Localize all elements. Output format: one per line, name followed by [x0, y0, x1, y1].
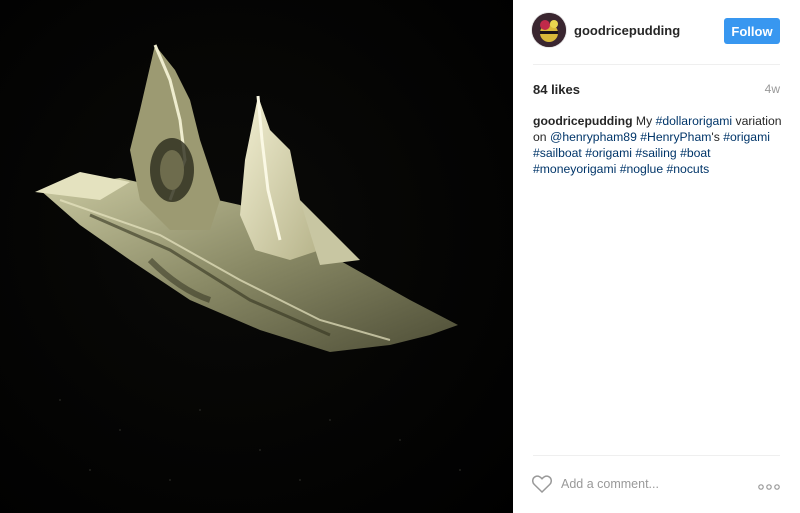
mention-link[interactable]: @henrypham89 — [550, 130, 637, 144]
caption-username[interactable]: goodricepudding — [533, 114, 633, 128]
more-options-icon[interactable] — [757, 479, 781, 490]
post-header: goodricepudding Follow — [513, 0, 800, 64]
avatar[interactable] — [532, 13, 566, 47]
hashtag-link[interactable]: #noglue — [620, 162, 663, 176]
caption-text: My — [632, 114, 656, 128]
username-link[interactable]: goodricepudding — [574, 23, 680, 38]
hashtag-link[interactable]: #sailing — [635, 146, 676, 160]
hashtag-link[interactable]: #HenryPham — [640, 130, 711, 144]
hashtag-link[interactable]: #boat — [680, 146, 711, 160]
hashtag-link[interactable]: #origami — [723, 130, 770, 144]
avatar-image — [532, 13, 566, 47]
post-caption: goodricepudding My #dollarorigami variat… — [533, 113, 783, 177]
origami-sailboat-photo — [0, 0, 513, 513]
hashtag-link[interactable]: #dollarorigami — [656, 114, 733, 128]
comment-bar — [513, 455, 800, 513]
add-comment-input[interactable] — [561, 474, 741, 494]
header-divider — [533, 64, 780, 65]
hashtag-link[interactable]: #moneyorigami — [533, 162, 616, 176]
heart-outline-icon[interactable] — [532, 475, 552, 494]
post-time[interactable]: 4w — [765, 82, 780, 96]
post-image[interactable] — [0, 0, 513, 513]
follow-button[interactable]: Follow — [724, 18, 780, 44]
hashtag-link[interactable]: #origami — [585, 146, 632, 160]
hashtag-link[interactable]: #nocuts — [667, 162, 710, 176]
caption-text: 's — [711, 130, 724, 144]
post-sidebar: goodricepudding Follow 84 likes 4w goodr… — [513, 0, 800, 513]
hashtag-link[interactable]: #sailboat — [533, 146, 582, 160]
likes-count[interactable]: 84 likes — [533, 82, 580, 97]
